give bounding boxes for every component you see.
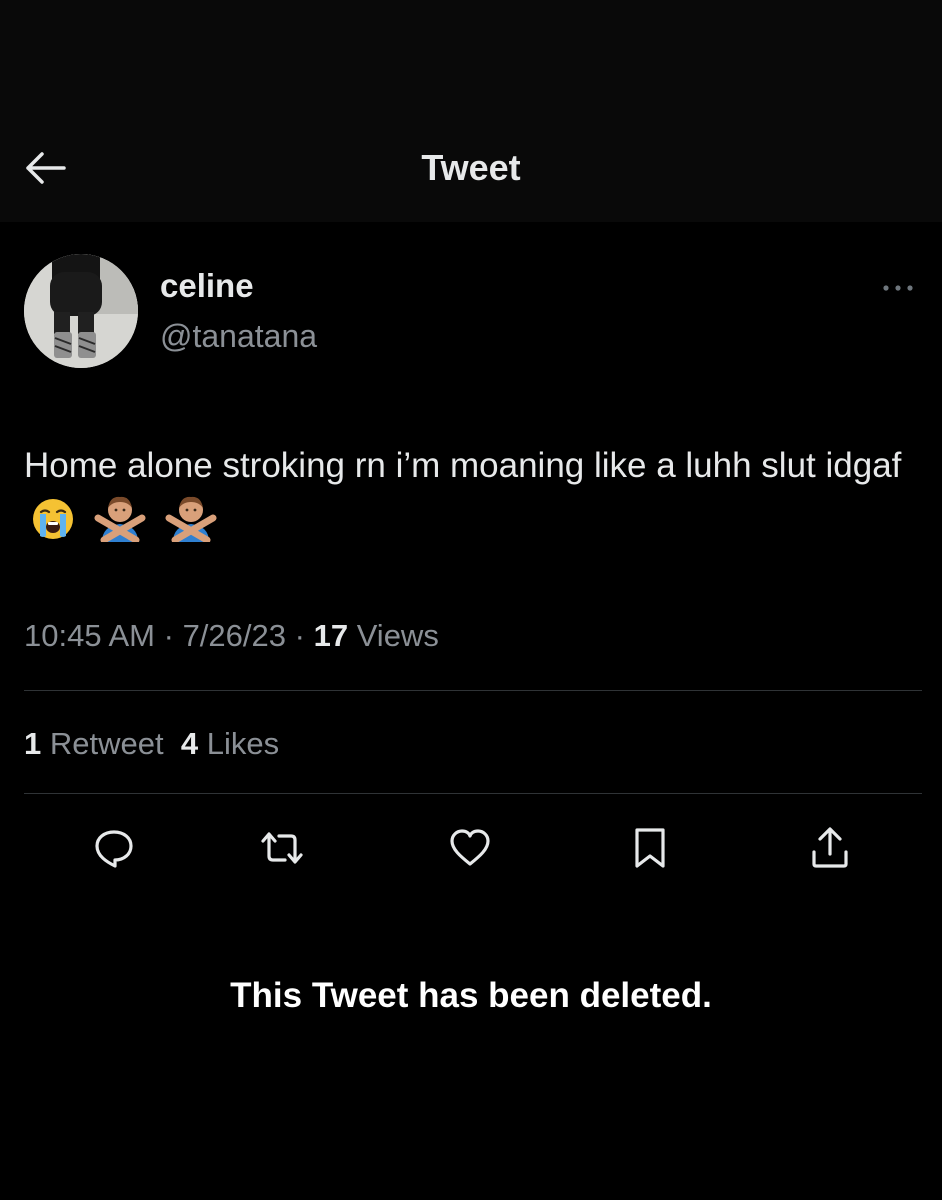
share-button[interactable]	[806, 824, 854, 872]
likes-count: 4	[180, 726, 199, 761]
retweet-button[interactable]	[258, 824, 306, 872]
retweets-stat[interactable]: 1 Retweet	[24, 726, 164, 761]
tweet-body: Home alone stroking rn i’m moaning like …	[24, 440, 904, 547]
loudly-crying-face-emoji	[33, 499, 73, 539]
bookmark-button[interactable]	[626, 824, 674, 872]
page-title: Tweet	[421, 147, 521, 188]
retweets-count: 1	[24, 726, 42, 761]
person-gesturing-no-emoji	[94, 496, 146, 542]
divider	[24, 793, 922, 794]
views-count: 17	[313, 618, 349, 653]
ellipsis-icon	[883, 285, 913, 291]
author-display-name[interactable]: celine	[160, 266, 254, 306]
tweet-text: Home alone stroking rn i’m moaning like …	[24, 446, 902, 485]
retweets-label: Retweet	[49, 726, 164, 761]
reply-icon	[95, 830, 133, 868]
retweet-icon	[261, 832, 303, 864]
views-label: Views	[356, 618, 439, 653]
share-icon	[812, 827, 848, 868]
tweet-meta: 10:45 AM · 7/26/23 · 17 Views	[24, 616, 439, 656]
person-gesturing-no-emoji	[165, 496, 217, 542]
tweet-time: 10:45 AM	[24, 618, 155, 653]
meta-separator: ·	[163, 618, 174, 653]
likes-label: Likes	[206, 726, 280, 761]
avatar-photo	[24, 254, 138, 368]
like-icon	[450, 829, 490, 866]
more-options-button[interactable]	[876, 278, 920, 298]
bookmark-icon	[635, 828, 665, 868]
reply-button[interactable]	[90, 824, 138, 872]
avatar[interactable]	[24, 254, 138, 368]
likes-stat[interactable]: 4 Likes	[181, 726, 279, 761]
deleted-notice: This Tweet has been deleted.	[230, 976, 712, 1015]
meta-separator: ·	[294, 618, 305, 653]
engagement-stats: 1 Retweet 4 Likes	[24, 724, 279, 764]
divider	[24, 690, 922, 691]
top-bar: Tweet	[0, 0, 942, 222]
tweet-date[interactable]: 7/26/23	[183, 618, 286, 653]
like-button[interactable]	[446, 824, 494, 872]
author-handle[interactable]: @tanatana	[160, 316, 317, 356]
